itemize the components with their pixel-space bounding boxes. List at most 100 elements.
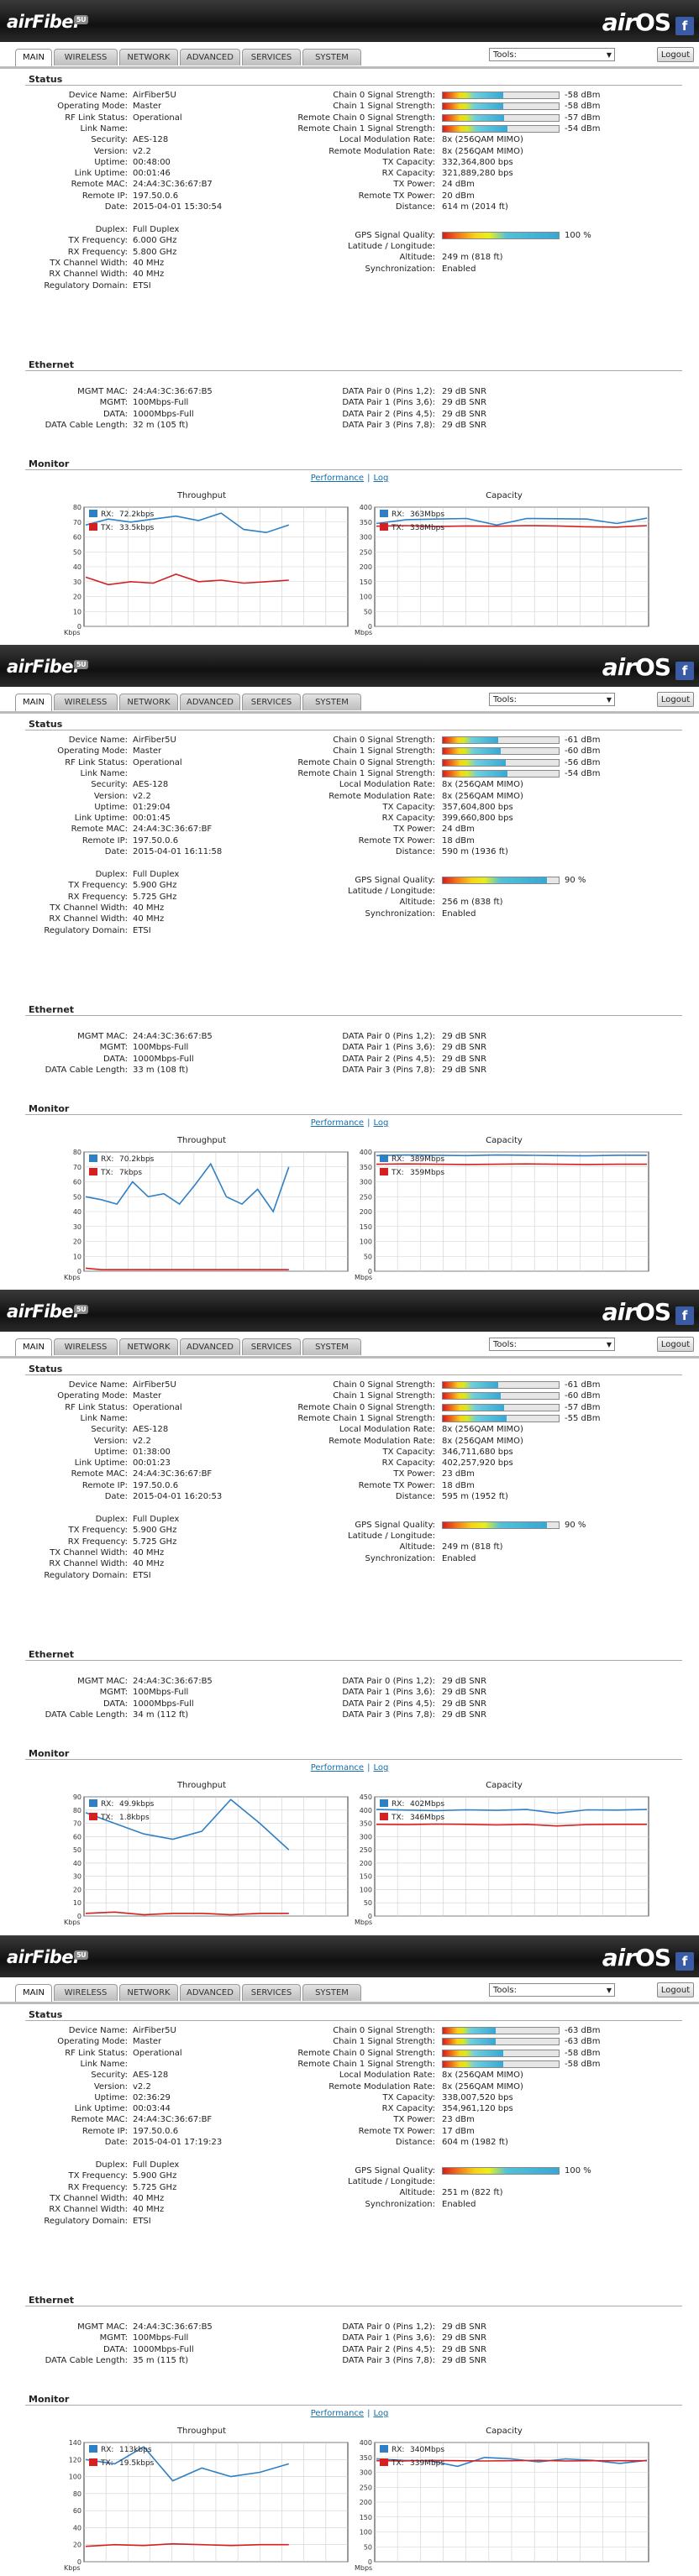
label-local-mod: Local Modulation Rate: [339,1425,435,1435]
tab-system[interactable]: SYSTEM [302,1984,361,2001]
facebook-icon[interactable]: f [675,1952,694,1971]
value-operating-mode: Master [133,102,162,112]
tab-system[interactable]: SYSTEM [302,1338,361,1355]
label-mgmt-mac: MGMT MAC: [77,2322,128,2332]
tab-network[interactable]: NETWORK [119,49,178,65]
tab-services[interactable]: SERVICES [242,1984,301,2001]
label-cable: DATA Cable Length: [45,1065,128,1075]
chart-title-capacity: Capacity [486,2427,523,2436]
label-tx-capacity: TX Capacity: [382,157,435,167]
tab-system[interactable]: SYSTEM [302,694,361,710]
value-rx-capacity: 399,660,800 bps [442,814,513,824]
y-tick-label: 30 [73,1223,81,1231]
label-dp1: DATA Pair 1 (Pins 3,6): [342,398,435,408]
label-remote-ip: Remote IP: [81,191,128,201]
y-tick-label: 40 [73,2524,81,2531]
tab-wireless[interactable]: WIRELESS [54,1984,118,2001]
logout-button[interactable]: Logout [657,1982,694,1997]
tab-services[interactable]: SERVICES [242,694,301,710]
log-link[interactable]: Log [373,2409,388,2418]
y-tick-label: 50 [364,2543,372,2551]
facebook-icon[interactable]: f [675,1306,694,1325]
label-duplex: Duplex: [95,1515,128,1524]
capacity-chart-svg: 400350300250200150100500MbpsRX: 340MbpsTX… [355,2439,649,2572]
tools-select[interactable]: Tools: ▼ [489,1983,615,1997]
value-local-mod: 8x (256QAM MIMO) [442,780,523,790]
value-link-uptime: 00:01:46 [133,169,171,179]
tab-main[interactable]: MAIN [15,1984,52,2003]
label-rchain1: Remote Chain 1 Signal Strength: [297,123,435,134]
value-rx-capacity: 402,257,920 bps [442,1458,513,1469]
section-title-status: Status [29,2009,63,2020]
bar-empty [498,737,559,743]
logout-button[interactable]: Logout [657,47,694,62]
tools-select[interactable]: Tools: ▼ [489,693,615,706]
tab-wireless[interactable]: WIRELESS [54,1338,118,1355]
label-cable: DATA Cable Length: [45,2355,128,2365]
y-tick-label: 40 [73,1860,81,1867]
unit-label: Mbps [355,629,372,636]
gps-quality-bar [442,231,560,239]
tab-advanced[interactable]: ADVANCED [180,694,240,710]
value-dp3: 29 dB SNR [442,1709,487,1720]
log-link[interactable]: Log [373,474,388,483]
tab-network[interactable]: NETWORK [119,694,178,710]
logout-button[interactable]: Logout [657,692,694,707]
tab-main[interactable]: MAIN [15,694,52,712]
value-data: 1000Mbps-Full [133,2344,194,2354]
tab-main[interactable]: MAIN [15,1338,52,1357]
tab-divider [0,711,699,714]
value-dp1: 29 dB SNR [442,1688,487,1698]
label-dp2: DATA Pair 2 (Pins 4,5): [342,2344,435,2354]
tab-wireless[interactable]: WIRELESS [54,694,118,710]
log-link[interactable]: Log [373,1763,388,1772]
performance-link[interactable]: Performance [311,1763,364,1772]
chart-title-throughput: Throughput [176,1781,227,1790]
value-dp1: 29 dB SNR [442,2333,487,2343]
label-tx-power: TX Power: [393,2115,435,2125]
rx-legend-value: 113kbps [119,2446,152,2454]
chart-title-capacity: Capacity [486,1136,523,1145]
tab-wireless[interactable]: WIRELESS [54,49,118,65]
value-remote-mac: 24:A4:3C:36:67:BF [133,1469,213,1479]
facebook-icon[interactable]: f [675,662,694,680]
performance-link[interactable]: Performance [311,474,364,483]
chart-title-throughput: Throughput [176,491,227,500]
y-tick-label: 60 [73,1833,81,1840]
y-tick-label: 50 [73,548,81,556]
y-tick-label: 120 [69,2456,81,2463]
y-tick-label: 400 [360,2439,372,2447]
label-rchain1: Remote Chain 1 Signal Strength: [297,1413,435,1423]
value-cable: 35 m (115 ft) [133,2355,189,2365]
y-tick-label: 90 [73,1793,81,1801]
log-link[interactable]: Log [373,1118,388,1128]
tab-advanced[interactable]: ADVANCED [180,1338,240,1355]
tab-system[interactable]: SYSTEM [302,49,361,65]
tab-advanced[interactable]: ADVANCED [180,1984,240,2001]
label-dp2: DATA Pair 2 (Pins 4,5): [342,1699,435,1709]
header-bar: airFiber 5U airOS f [0,1935,699,1977]
facebook-icon[interactable]: f [675,17,694,35]
tab-network[interactable]: NETWORK [119,1338,178,1355]
tab-services[interactable]: SERVICES [242,1338,301,1355]
y-tick-label: 100 [360,594,372,601]
tools-select[interactable]: Tools: ▼ [489,48,615,61]
tab-main[interactable]: MAIN [15,49,52,67]
signal-strength-bar [442,2060,560,2068]
performance-link[interactable]: Performance [311,2409,364,2418]
tab-network[interactable]: NETWORK [119,1984,178,2001]
tab-advanced[interactable]: ADVANCED [180,49,240,65]
value-version: v2.2 [133,146,151,156]
tx-legend-value: 339Mbps [410,2459,444,2468]
value-sync: Enabled [442,1553,476,1563]
airos-logo-suffix: OS [635,8,671,36]
signal-strength-bar [442,769,560,778]
section-title-ethernet: Ethernet [29,2295,75,2306]
tab-services[interactable]: SERVICES [242,49,301,65]
logout-button[interactable]: Logout [657,1337,694,1352]
value-rx-channel-width: 40 MHz [133,270,165,280]
value-version: v2.2 [133,1436,151,1446]
value-uptime: 00:48:00 [133,157,171,167]
performance-link[interactable]: Performance [311,1118,364,1128]
tools-select[interactable]: Tools: ▼ [489,1338,615,1351]
